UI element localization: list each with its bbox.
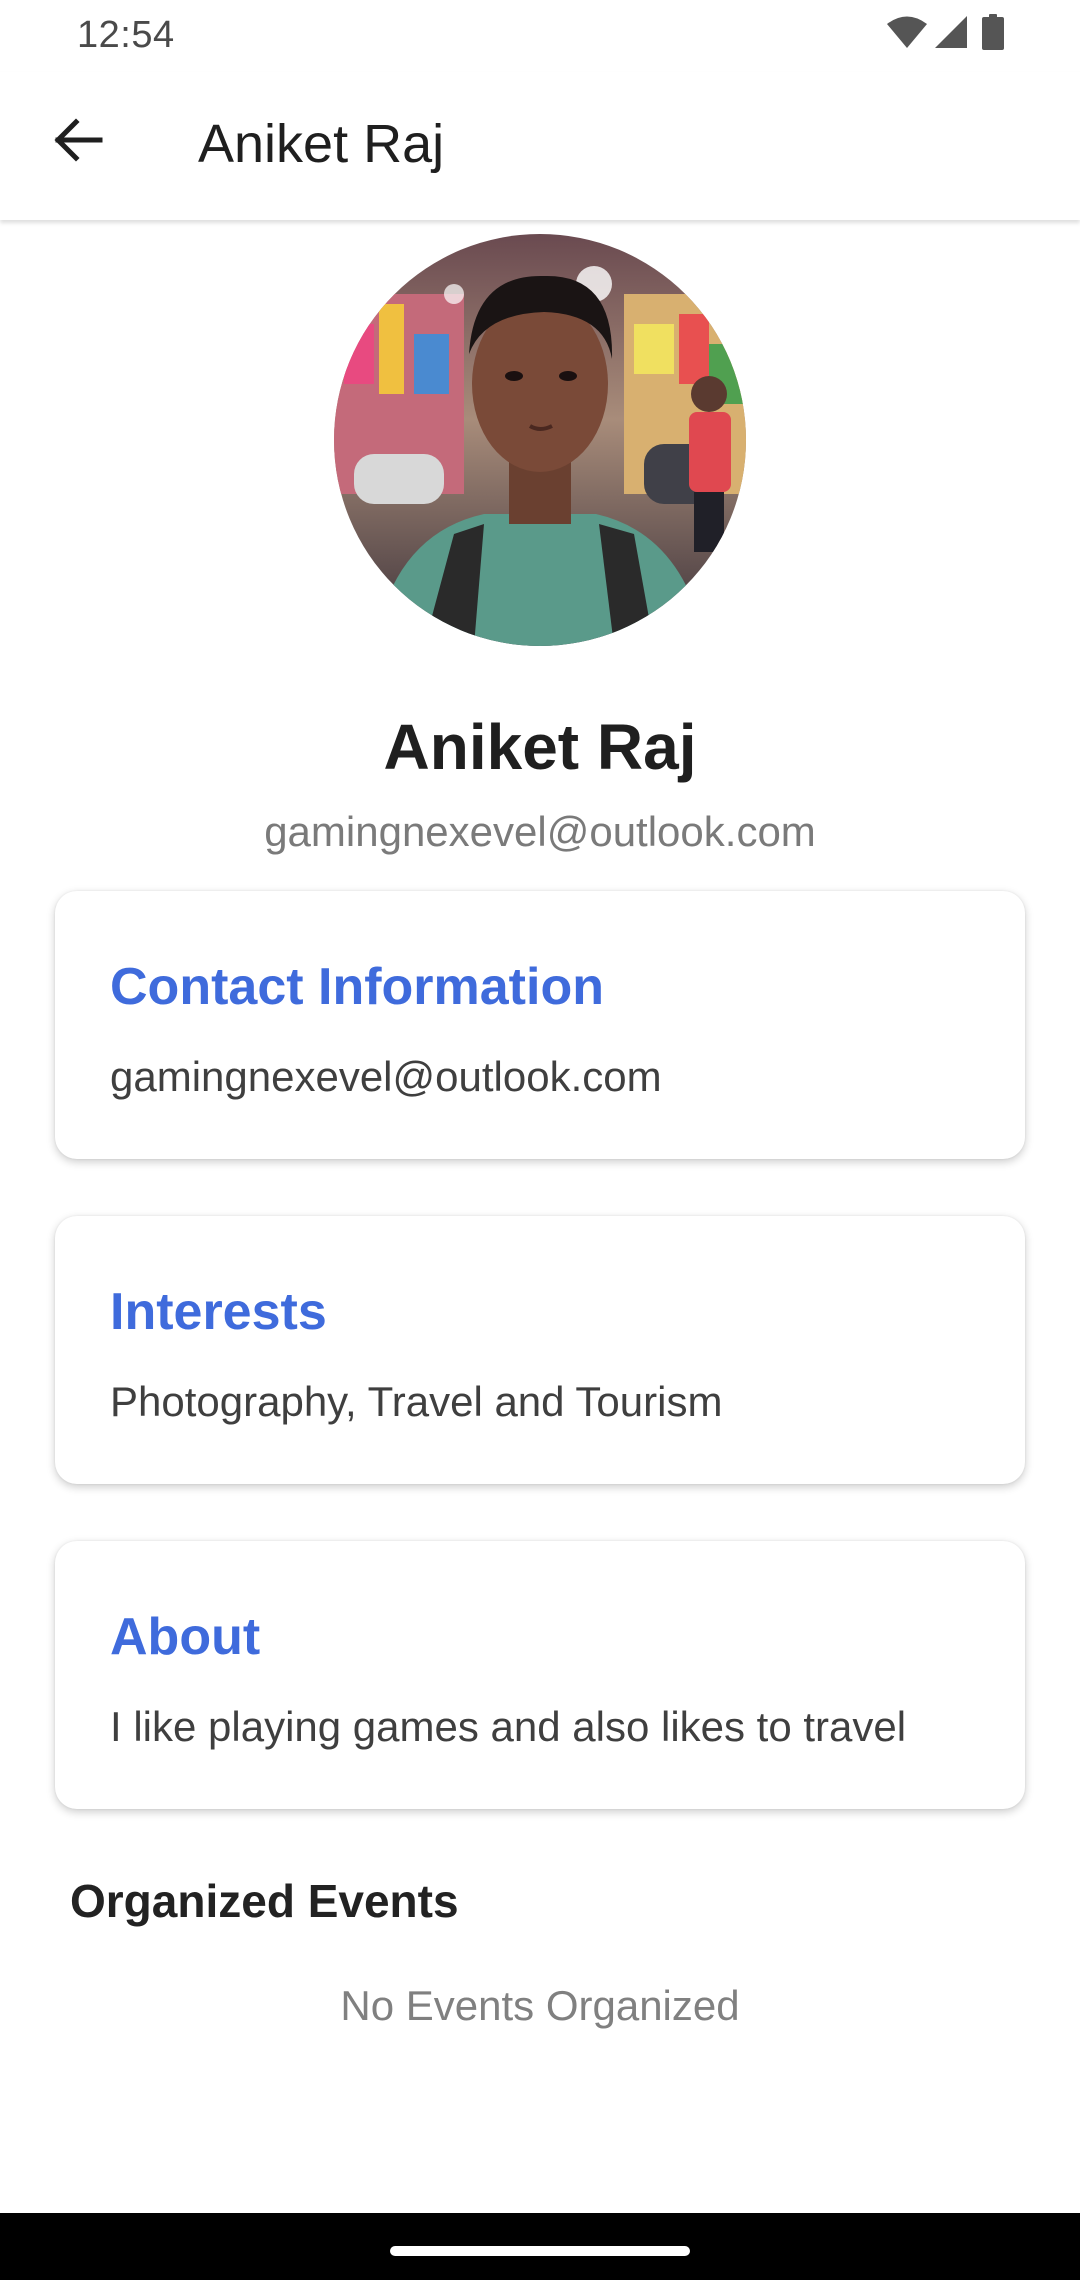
- arrow-back-icon: [52, 117, 104, 167]
- interests-text: Photography, Travel and Tourism: [110, 1378, 723, 1425]
- wifi-icon: [886, 15, 928, 54]
- status-bar: 12:54: [0, 0, 1080, 72]
- status-time: 12:54: [77, 14, 175, 56]
- profile-name: Aniket Raj: [383, 711, 697, 783]
- back-button[interactable]: [40, 104, 116, 180]
- profile-screen: 12:54 Aniket Raj Aniket Raj gamingnexeve…: [0, 0, 1080, 2280]
- about-text: I like playing games and also likes to t…: [110, 1703, 907, 1750]
- contact-information-title: Contact Information: [110, 958, 604, 1016]
- about-title: About: [110, 1608, 261, 1666]
- cellular-signal-icon: [934, 15, 968, 54]
- home-gesture-handle[interactable]: [390, 2246, 690, 2256]
- battery-icon: [982, 13, 1004, 55]
- app-bar: Aniket Raj: [0, 72, 1080, 220]
- interests-title: Interests: [110, 1283, 327, 1341]
- page-title: Aniket Raj: [198, 114, 445, 174]
- no-events-message: No Events Organized: [340, 1982, 740, 2029]
- contact-email: gamingnexevel@outlook.com: [110, 1053, 662, 1100]
- about-card: About I like playing games and also like…: [55, 1541, 1025, 1809]
- contact-information-card: Contact Information gamingnexevel@outloo…: [55, 891, 1025, 1159]
- profile-email: gamingnexevel@outlook.com: [264, 808, 816, 855]
- navigation-bar: [0, 2213, 1080, 2280]
- organized-events-heading: Organized Events: [70, 1875, 459, 1927]
- interests-card: Interests Photography, Travel and Touris…: [55, 1216, 1025, 1484]
- avatar: [334, 234, 746, 646]
- status-icons: [886, 13, 1004, 55]
